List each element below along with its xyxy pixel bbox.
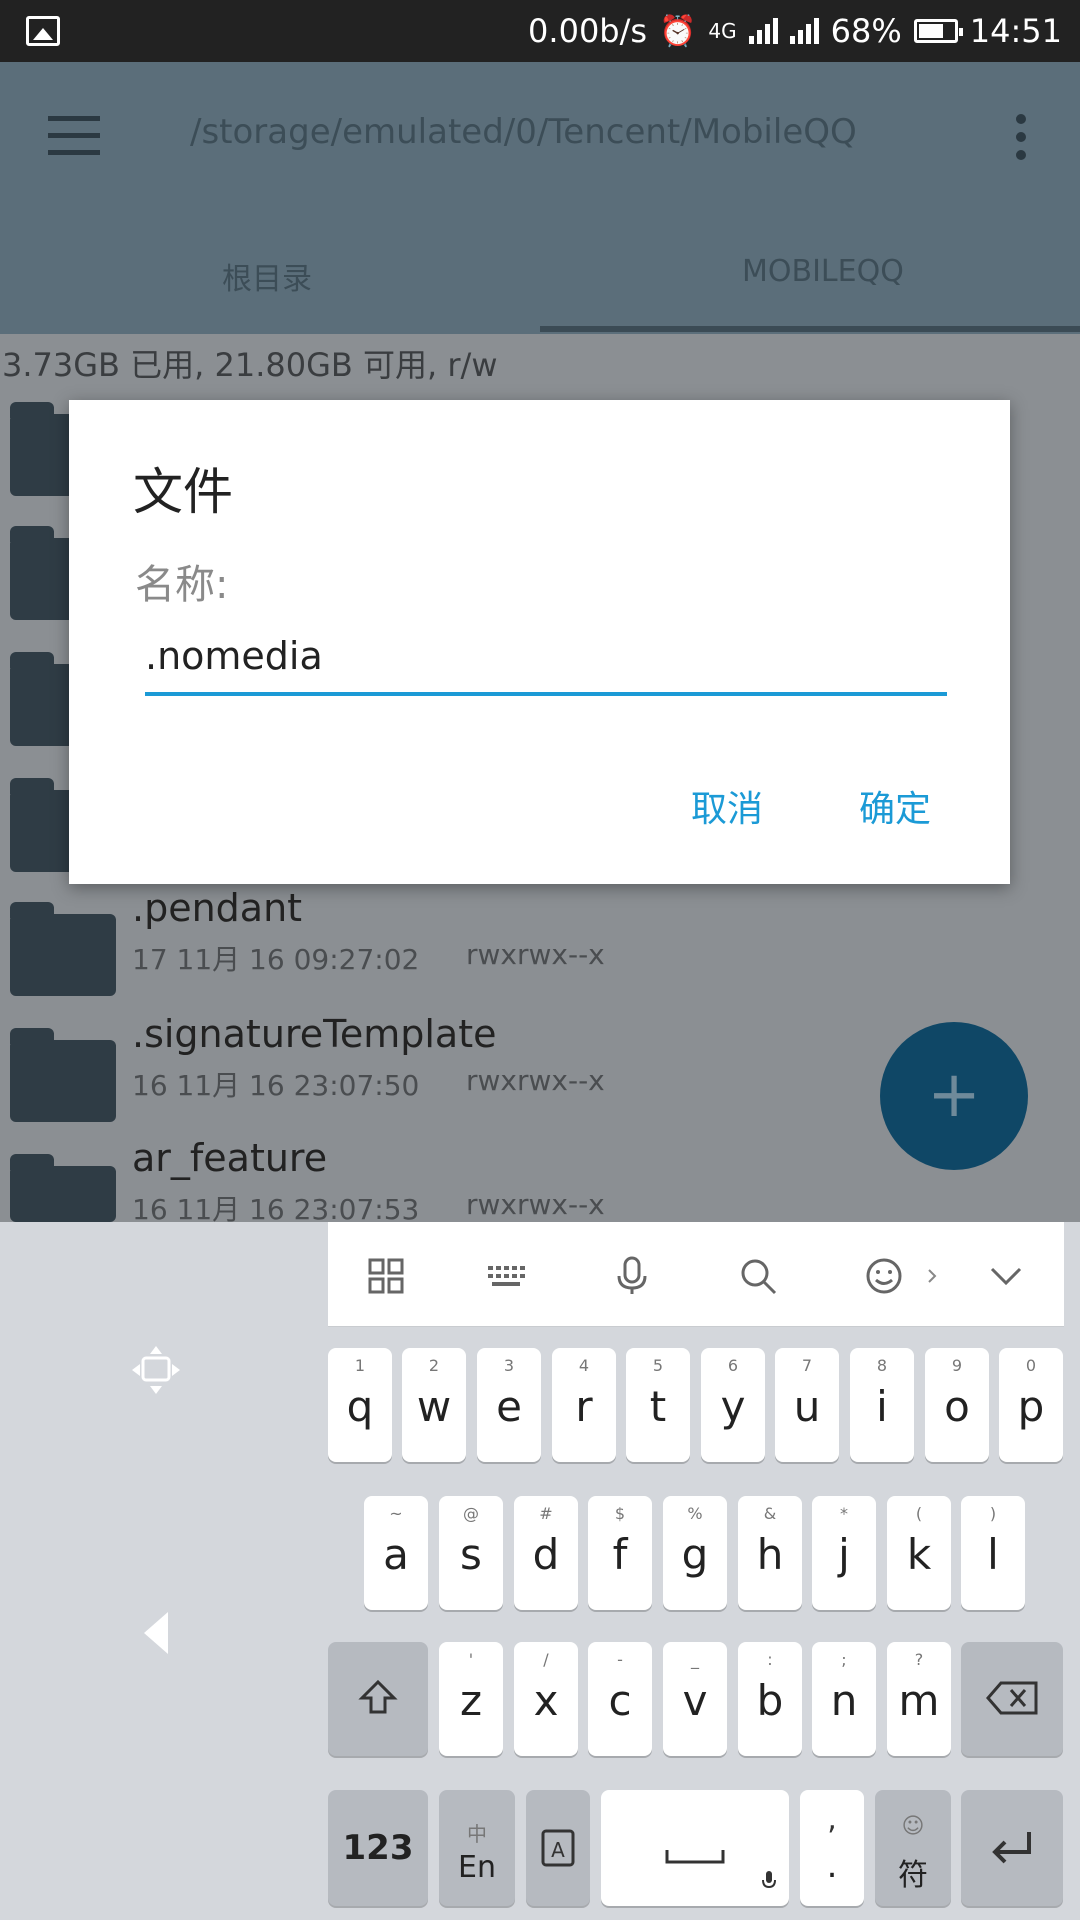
key-q[interactable]: 1q xyxy=(328,1348,392,1462)
key-d[interactable]: # d xyxy=(514,1496,578,1610)
tab-root[interactable]: 根目录 xyxy=(222,254,312,298)
file-perms: rwxrwx--x xyxy=(466,938,605,971)
file-name-input[interactable] xyxy=(145,628,945,684)
battery-icon xyxy=(913,19,963,43)
key-x[interactable]: / x xyxy=(514,1642,578,1756)
key-m[interactable]: ? m xyxy=(887,1642,951,1756)
app-bar xyxy=(0,62,1080,334)
battery-percent: 68% xyxy=(830,12,902,50)
confirm-button[interactable]: 确定 xyxy=(859,780,931,832)
clock: 14:51 xyxy=(969,12,1062,50)
status-indicators: 0.00b/s ⏰ 4G 68% 14:51 xyxy=(528,8,1062,54)
file-name[interactable]: ar_feature xyxy=(132,1136,327,1180)
tab-mobileqq[interactable]: MOBILEQQ xyxy=(742,254,904,289)
grid-icon[interactable] xyxy=(366,1256,406,1296)
alarm-icon: ⏰ xyxy=(659,13,697,49)
keyboard-icon[interactable] xyxy=(486,1256,526,1296)
folder-icon[interactable] xyxy=(10,902,116,996)
move-keyboard-icon[interactable] xyxy=(128,1342,184,1398)
network-type: 4G xyxy=(708,19,737,43)
current-path: /storage/emulated/0/Tencent/MobileQQ xyxy=(190,112,857,152)
key-g[interactable]: % g xyxy=(663,1496,727,1610)
menu-icon[interactable] xyxy=(48,116,100,156)
numbers-key[interactable]: 123 xyxy=(328,1790,428,1906)
backspace-key[interactable] xyxy=(961,1642,1063,1756)
key-r[interactable]: 4r xyxy=(552,1348,616,1462)
key-b[interactable]: :b xyxy=(738,1642,802,1756)
key-z[interactable]: ' z xyxy=(439,1642,503,1756)
signal-icon-2 xyxy=(789,18,819,44)
file-name[interactable]: .pendant xyxy=(132,886,302,930)
svg-text:A: A xyxy=(551,1838,565,1862)
add-fab-button[interactable]: + xyxy=(880,1022,1028,1170)
key-v[interactable]: _ v xyxy=(663,1642,727,1756)
key-j[interactable]: * j xyxy=(812,1496,876,1610)
dialog-title: 文件 xyxy=(133,463,233,521)
input-mode-key[interactable]: A xyxy=(526,1790,590,1906)
key-k[interactable]: (k xyxy=(887,1496,951,1610)
key-i[interactable]: 8i xyxy=(850,1348,914,1462)
file-date: 17 11月 16 09:27:02 xyxy=(132,943,420,976)
enter-key[interactable] xyxy=(961,1790,1063,1906)
image-notification-icon xyxy=(26,16,60,46)
status-bar: 0.00b/s ⏰ 4G 68% 14:51 xyxy=(0,0,1080,62)
symbol-smiley-icon: ☺ xyxy=(901,1814,925,1839)
punctuation-key[interactable]: ,. xyxy=(800,1790,864,1906)
key-t[interactable]: 5t xyxy=(626,1348,690,1462)
file-perms: rwxrwx--x xyxy=(466,1188,605,1221)
backspace-icon xyxy=(986,1681,1038,1715)
file-name[interactable]: .signatureTemplate xyxy=(132,1012,496,1056)
key-n[interactable]: ; n xyxy=(812,1642,876,1756)
key-e[interactable]: 3e xyxy=(477,1348,541,1462)
collapse-keyboard-icon[interactable] xyxy=(986,1256,1026,1296)
folder-icon[interactable] xyxy=(10,1154,116,1222)
file-date: 16 11月 16 23:07:50 xyxy=(132,1069,420,1102)
tab-indicator xyxy=(540,326,1080,332)
storage-info: 3.73GB 已用, 21.80GB 可用, r/w xyxy=(2,346,498,384)
shift-icon xyxy=(358,1679,398,1714)
more-options-icon[interactable] xyxy=(1016,114,1026,160)
back-arrow-icon[interactable] xyxy=(138,1608,174,1658)
cancel-button[interactable]: 取消 xyxy=(691,780,763,832)
key-a[interactable]: ~ a xyxy=(364,1496,428,1610)
font-a-icon: A xyxy=(541,1829,575,1867)
space-icon xyxy=(665,1850,725,1864)
emoji-icon[interactable] xyxy=(864,1256,904,1296)
network-speed: 0.00b/s xyxy=(528,12,648,50)
microphone-icon[interactable] xyxy=(612,1256,652,1296)
key-h[interactable]: & h xyxy=(738,1496,802,1610)
key-o[interactable]: 9o xyxy=(925,1348,989,1462)
folder-icon[interactable] xyxy=(10,1028,116,1122)
file-perms: rwxrwx--x xyxy=(466,1064,605,1097)
search-icon[interactable] xyxy=(738,1256,778,1296)
key-u[interactable]: 7u xyxy=(775,1348,839,1462)
voice-input-icon xyxy=(762,1871,776,1889)
shift-key[interactable] xyxy=(328,1642,428,1756)
signal-icon xyxy=(748,18,778,44)
key-s[interactable]: @ s xyxy=(439,1496,503,1610)
symbols-key[interactable]: ☺ 符 xyxy=(875,1790,951,1906)
enter-icon xyxy=(992,1832,1031,1864)
input-underline xyxy=(145,692,947,696)
key-y[interactable]: 6y xyxy=(701,1348,765,1462)
keyboard-toolbar xyxy=(328,1222,1064,1327)
key-w[interactable]: 2w xyxy=(402,1348,466,1462)
chevron-right-icon[interactable] xyxy=(924,1256,942,1296)
name-label: 名称: xyxy=(135,562,229,608)
new-file-dialog: 文件 名称: 取消 确定 xyxy=(69,400,1010,884)
key-l[interactable]: ) l xyxy=(961,1496,1025,1610)
language-key[interactable]: 中 En xyxy=(439,1790,515,1906)
key-p[interactable]: 0p xyxy=(999,1348,1063,1462)
key-c[interactable]: -c xyxy=(588,1642,652,1756)
space-key[interactable] xyxy=(601,1790,789,1906)
key-f[interactable]: $ f xyxy=(588,1496,652,1610)
